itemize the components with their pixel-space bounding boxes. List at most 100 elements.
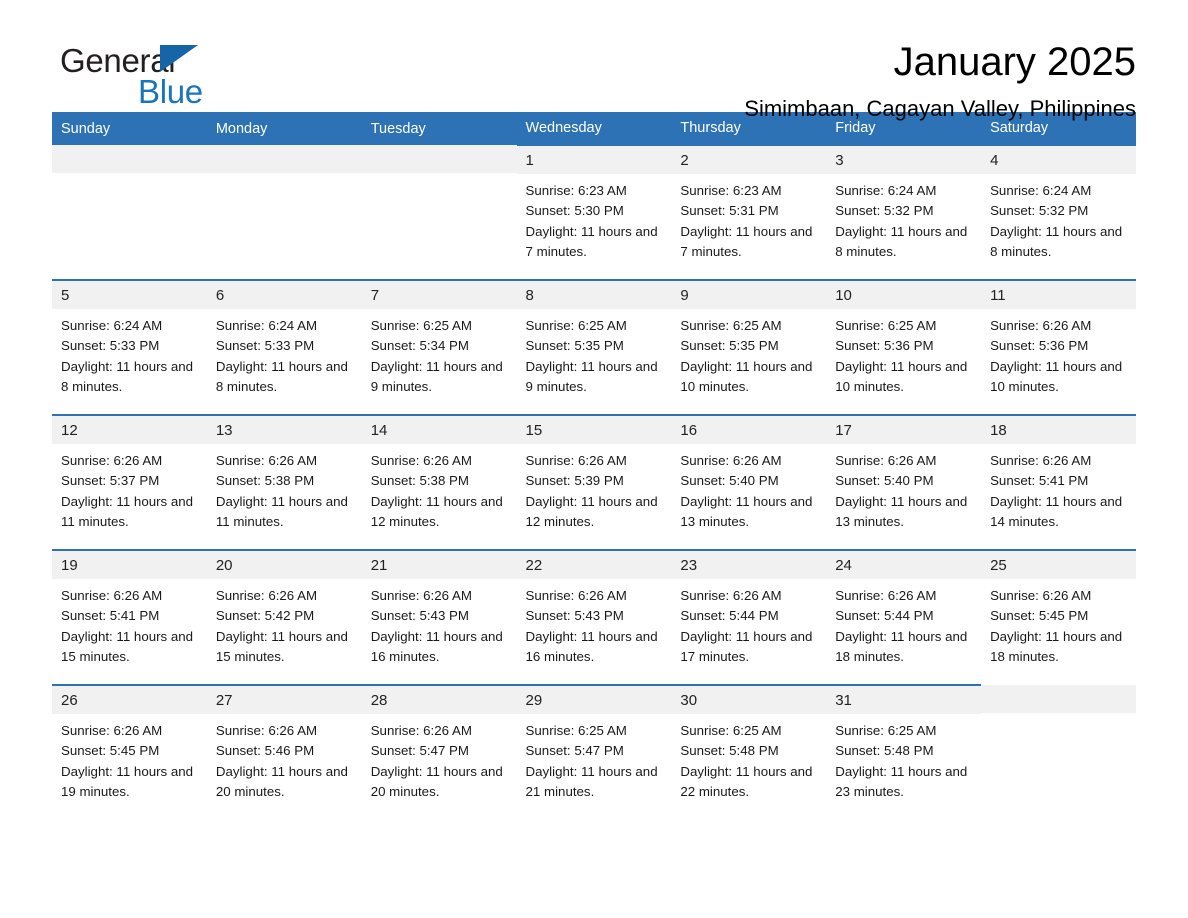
daylight-text: Daylight: 11 hours and 23 minutes.: [835, 763, 968, 800]
calendar-table: Sunday Monday Tuesday Wednesday Thursday Frid…: [52, 112, 1136, 820]
day-details: Sunrise: 6:26 AM Sunset: 5:38 PM Daylight:…: [207, 444, 362, 532]
sunrise-text: Sunrise: 6:26 AM: [215, 588, 318, 603]
calendar-week-row: 5 Sunrise: 6:24 AM Sunset: 5:33 PM Daylight…: [52, 279, 1136, 415]
sunrise-text: Sunrise: 6:26 AM: [370, 723, 472, 738]
day-details: Sunrise: 6:26 AM Sunset: 5:43 PM Daylight:…: [517, 579, 672, 667]
day-number: 15: [516, 416, 672, 444]
calendar-day-cell[interactable]: 20 Sunrise: 6:26 AM Sunset: 5:42 PM Dayligh…: [206, 549, 362, 685]
day-number: 9: [671, 281, 827, 309]
day-number: 12: [52, 416, 207, 444]
day-number: 14: [361, 416, 517, 444]
day-number: 23: [671, 551, 827, 579]
calendar-day-cell[interactable]: 19 Sunrise: 6:26 AM Sunset: 5:41 PM Dayligh…: [52, 549, 207, 685]
sunset-text: Sunset: 5:43 PM: [525, 608, 624, 624]
sunset-text: Sunset: 5:40 PM: [680, 473, 779, 489]
calendar-day-cell[interactable]: 30 Sunrise: 6:25 AM Sunset: 5:48 PM Dayligh…: [671, 684, 827, 820]
calendar-day-cell[interactable]: 29 Sunrise: 6:25 AM Sunset: 5:47 PM Dayligh…: [516, 684, 672, 820]
sunset-text: Sunset: 5:31 PM: [680, 203, 779, 219]
calendar-day-cell[interactable]: 21 Sunrise: 6:26 AM Sunset: 5:43 PM Dayligh…: [361, 549, 517, 685]
day-details: Sunrise: 6:26 AM Sunset: 5:41 PM Daylight:…: [52, 579, 207, 667]
sunrise-text: Sunrise: 6:26 AM: [990, 318, 1092, 333]
sunrise-text: Sunrise: 6:26 AM: [525, 588, 627, 603]
sunset-text: Sunset: 5:41 PM: [61, 608, 160, 624]
daylight-text: Daylight: 11 hours and 20 minutes.: [370, 763, 503, 800]
logo-text-blue: Blue: [138, 73, 203, 110]
page-title: January 2025: [893, 40, 1136, 84]
sunset-text: Sunset: 5:43 PM: [370, 608, 469, 624]
daylight-text: Daylight: 11 hours and 8 minutes.: [215, 358, 348, 395]
daylight-text: Daylight: 11 hours and 8 minutes.: [835, 223, 968, 260]
calendar-day-cell[interactable]: 8 Sunrise: 6:25 AM Sunset: 5:35 PM Daylight…: [516, 279, 672, 415]
sunset-text: Sunset: 5:47 PM: [370, 743, 469, 759]
general-blue-logo[interactable]: General Blue: [60, 44, 203, 108]
day-number: [361, 145, 517, 173]
calendar-day-cell[interactable]: 14 Sunrise: 6:26 AM Sunset: 5:38 PM Dayligh…: [361, 414, 517, 550]
calendar-day-cell[interactable]: 5 Sunrise: 6:24 AM Sunset: 5:33 PM Daylight…: [52, 279, 207, 415]
day-number: 30: [671, 686, 827, 714]
sunset-text: Sunset: 5:48 PM: [835, 743, 934, 759]
calendar-day-cell[interactable]: 13 Sunrise: 6:26 AM Sunset: 5:38 PM Dayligh…: [206, 414, 362, 550]
calendar-day-cell[interactable]: 12 Sunrise: 6:26 AM Sunset: 5:37 PM Dayligh…: [52, 414, 207, 550]
calendar-day-cell[interactable]: 4 Sunrise: 6:24 AM Sunset: 5:32 PM Daylight…: [981, 144, 1136, 280]
calendar-day-cell[interactable]: 26 Sunrise: 6:26 AM Sunset: 5:45 PM Dayligh…: [52, 684, 207, 820]
sunrise-text: Sunrise: 6:26 AM: [990, 588, 1092, 603]
daylight-text: Daylight: 11 hours and 13 minutes.: [835, 493, 968, 530]
daylight-text: Daylight: 11 hours and 8 minutes.: [990, 223, 1123, 260]
day-number: 1: [516, 146, 672, 174]
sunset-text: Sunset: 5:37 PM: [61, 473, 160, 489]
day-details: Sunrise: 6:26 AM Sunset: 5:40 PM Daylight:…: [671, 444, 826, 532]
daylight-text: Daylight: 11 hours and 12 minutes.: [370, 493, 503, 530]
weekday-header-tuesday: Tuesday: [361, 112, 517, 145]
calendar-day-cell[interactable]: 15 Sunrise: 6:26 AM Sunset: 5:39 PM Dayligh…: [516, 414, 672, 550]
day-details: Sunrise: 6:26 AM Sunset: 5:40 PM Daylight:…: [826, 444, 981, 532]
calendar-day-cell[interactable]: 25 Sunrise: 6:26 AM Sunset: 5:45 PM Dayligh…: [981, 549, 1136, 685]
day-number: 16: [671, 416, 827, 444]
sunrise-text: Sunrise: 6:26 AM: [990, 453, 1092, 468]
day-details: Sunrise: 6:25 AM Sunset: 5:35 PM Daylight:…: [517, 309, 672, 397]
sunrise-text: Sunrise: 6:26 AM: [835, 453, 937, 468]
daylight-text: Daylight: 11 hours and 16 minutes.: [525, 628, 658, 665]
calendar-empty-cell: [981, 685, 1136, 820]
day-details: Sunrise: 6:25 AM Sunset: 5:48 PM Daylight:…: [826, 714, 981, 802]
day-number: 6: [206, 281, 362, 309]
daylight-text: Daylight: 11 hours and 9 minutes.: [525, 358, 658, 395]
calendar-empty-cell: [206, 145, 362, 280]
calendar-day-cell[interactable]: 28 Sunrise: 6:26 AM Sunset: 5:47 PM Dayligh…: [361, 684, 517, 820]
calendar-day-cell[interactable]: 16 Sunrise: 6:26 AM Sunset: 5:40 PM Dayligh…: [671, 414, 827, 550]
daylight-text: Daylight: 11 hours and 16 minutes.: [370, 628, 503, 665]
calendar-day-cell[interactable]: 31 Sunrise: 6:25 AM Sunset: 5:48 PM Dayligh…: [826, 684, 982, 820]
day-details: Sunrise: 6:26 AM Sunset: 5:43 PM Daylight:…: [362, 579, 517, 667]
calendar-page: General Blue January 2025 Simimbaan, Cag…: [0, 0, 1188, 918]
calendar-day-cell[interactable]: 2 Sunrise: 6:23 AM Sunset: 5:31 PM Daylight…: [671, 144, 827, 280]
sunset-text: Sunset: 5:32 PM: [835, 203, 934, 219]
calendar-day-cell[interactable]: 11 Sunrise: 6:26 AM Sunset: 5:36 PM Dayligh…: [981, 279, 1136, 415]
calendar-day-cell[interactable]: 22 Sunrise: 6:26 AM Sunset: 5:43 PM Dayligh…: [516, 549, 672, 685]
sunset-text: Sunset: 5:48 PM: [680, 743, 779, 759]
day-number: 19: [52, 551, 207, 579]
day-number: 11: [981, 281, 1136, 309]
calendar-day-cell[interactable]: 1 Sunrise: 6:23 AM Sunset: 5:30 PM Daylight…: [516, 144, 672, 280]
weekday-header-monday: Monday: [206, 112, 362, 145]
sunset-text: Sunset: 5:33 PM: [215, 338, 315, 354]
calendar-day-cell[interactable]: 17 Sunrise: 6:26 AM Sunset: 5:40 PM Dayligh…: [826, 414, 982, 550]
calendar-day-cell[interactable]: 3 Sunrise: 6:24 AM Sunset: 5:32 PM Daylight…: [826, 144, 982, 280]
calendar-day-cell[interactable]: 7 Sunrise: 6:25 AM Sunset: 5:34 PM Daylight…: [361, 279, 517, 415]
sunset-text: Sunset: 5:47 PM: [525, 743, 624, 759]
day-details: Sunrise: 6:26 AM Sunset: 5:46 PM Daylight:…: [207, 714, 362, 802]
calendar-day-cell[interactable]: 27 Sunrise: 6:26 AM Sunset: 5:46 PM Dayligh…: [206, 684, 362, 820]
daylight-text: Daylight: 11 hours and 22 minutes.: [680, 763, 813, 800]
calendar-day-cell[interactable]: 6 Sunrise: 6:24 AM Sunset: 5:33 PM Daylight…: [206, 279, 362, 415]
calendar-day-cell[interactable]: 9 Sunrise: 6:25 AM Sunset: 5:35 PM Daylight…: [671, 279, 827, 415]
calendar-day-cell[interactable]: 18 Sunrise: 6:26 AM Sunset: 5:41 PM Dayligh…: [981, 414, 1136, 550]
sunrise-text: Sunrise: 6:25 AM: [370, 318, 472, 333]
day-number: 29: [516, 686, 672, 714]
calendar-day-cell[interactable]: 10 Sunrise: 6:25 AM Sunset: 5:36 PM Dayligh…: [826, 279, 982, 415]
calendar-week-row: 1 Sunrise: 6:23 AM Sunset: 5:30 PM Daylight…: [52, 144, 1136, 280]
page-header: General Blue January 2025 Simimbaan, Cag…: [52, 0, 1136, 120]
calendar-day-cell[interactable]: 24 Sunrise: 6:26 AM Sunset: 5:44 PM Dayligh…: [826, 549, 982, 685]
day-details: Sunrise: 6:23 AM Sunset: 5:30 PM Daylight:…: [517, 174, 672, 262]
daylight-text: Daylight: 11 hours and 8 minutes.: [61, 358, 194, 395]
calendar-empty-cell: [52, 145, 207, 280]
calendar-day-cell[interactable]: 23 Sunrise: 6:26 AM Sunset: 5:44 PM Dayligh…: [671, 549, 827, 685]
day-details: Sunrise: 6:26 AM Sunset: 5:37 PM Daylight:…: [52, 444, 207, 532]
